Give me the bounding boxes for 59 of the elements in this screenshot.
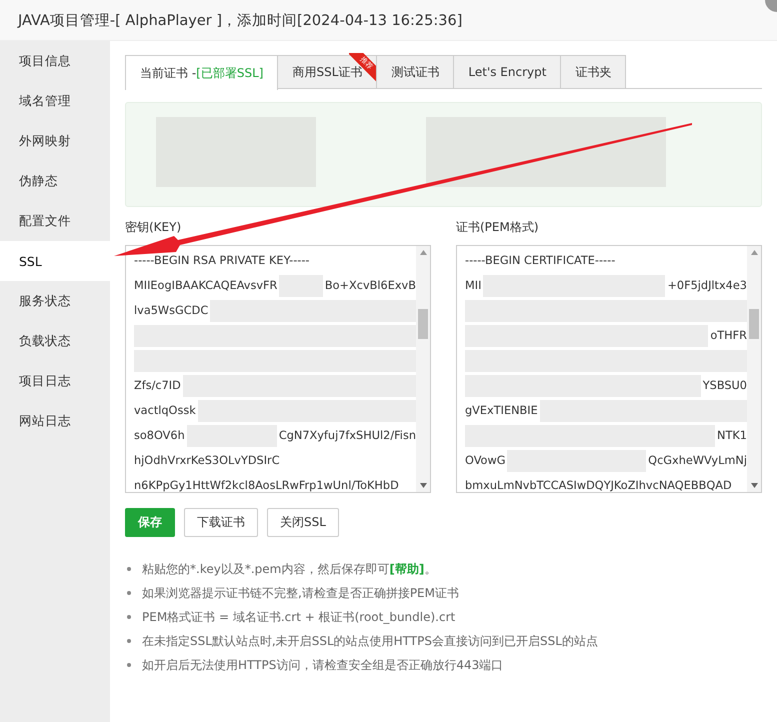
bullet-dot xyxy=(127,639,131,643)
code-line-text: NTK1 xyxy=(717,429,747,442)
tab[interactable]: 当前证书 -[已部署SSL] xyxy=(125,55,278,90)
note-text: 如果浏览器提示证书链不完整,请检查是否正确拼接PEM证书 xyxy=(142,585,459,602)
scroll-up-icon[interactable] xyxy=(420,250,426,255)
code-line-text: n6KPpGy1HttWf2kcl8AosLRwFrp1wUnl/ToKHbD xyxy=(134,479,399,492)
scrollbar[interactable] xyxy=(747,246,761,492)
key-textarea[interactable]: -----BEGIN RSA PRIVATE KEY----- MIIEogIBAAKCAQEAvsvFR Bo+XcvBl6ExvB lva5WsGCDC Zfs/c7ID vactlqOssk so8OV6h CgN7Xyfuj7fxSHUl2/Fisn hjOdhVrxrKeS3OLvYDSIrC n6KPpGy1HttWf2kcl8AosLRwFrp1wUnl/ToKHbD xyxy=(125,245,431,493)
code-line-text: MII xyxy=(465,279,482,292)
note-text: 如开启后无法使用HTTPS访问，请检查安全组是否正确放行443端口 xyxy=(142,657,504,674)
sidebar-item[interactable]: 网站日志 xyxy=(0,401,110,441)
tab[interactable]: Let's Encrypt xyxy=(453,55,562,88)
note-text: 在未指定SSL默认站点时,未开启SSL的站点使用HTTPS会直接访问到已开启SSL的站点 xyxy=(142,633,598,650)
sidebar-item[interactable]: 项目日志 xyxy=(0,361,110,401)
bullet-dot xyxy=(127,591,131,595)
code-line-text: YSBSU0 xyxy=(702,379,747,392)
certificate-textarea[interactable]: -----BEGIN CERTIFICATE----- MII +0F5jdJltx4e3 oTHFR YSBSU0 gVExTIENBIE NTK1 OVowG QcGxheWVyLmNj bmxuLmNvbTCCASIwDQYJKoZIhvcNAQEBBQAD xyxy=(456,245,762,493)
sidebar-item[interactable]: 项目信息 xyxy=(0,41,110,81)
sidebar-item[interactable]: 服务状态 xyxy=(0,281,110,321)
sidebar-item[interactable]: 负载状态 xyxy=(0,321,110,361)
code-line-text: -----BEGIN CERTIFICATE----- xyxy=(465,254,616,267)
code-line-text: oTHFR xyxy=(710,329,747,342)
code-line-text: hjOdhVrxrKeS3OLvYDSIrC xyxy=(134,454,280,467)
action-button[interactable]: 关闭SSL xyxy=(267,508,339,537)
sidebar-item[interactable]: 外网映射 xyxy=(0,121,110,161)
code-line-text: OVowG xyxy=(465,454,506,467)
field-label: 密钥(KEY) xyxy=(125,219,182,236)
bullet-dot xyxy=(127,567,131,571)
window-title: JAVA项目管理-[ AlphaPlayer ]，添加时间[2024-04-13 16:25:36] xyxy=(18,12,462,30)
scrollbar-thumb[interactable] xyxy=(749,309,759,339)
code-line-text: -----BEGIN RSA PRIVATE KEY----- xyxy=(134,254,310,267)
note-text: 粘贴您的*.key以及*.pem内容，然后保存即可[帮助]。 xyxy=(142,561,436,578)
field-label: 证书(PEM格式) xyxy=(456,219,539,236)
note-text: PEM格式证书 = 域名证书.crt + 根证书(root_bundle).crt xyxy=(142,609,456,626)
code-line-text: +0F5jdJltx4e3 xyxy=(667,279,747,292)
code-line-text: CgN7Xyfuj7fxSHUl2/Fisn xyxy=(278,429,416,442)
code-line-text: vactlqOssk xyxy=(134,404,196,417)
code-line-text: lva5WsGCDC xyxy=(134,304,208,317)
tab[interactable]: 测试证书 xyxy=(376,55,454,88)
bullet-dot xyxy=(127,615,131,619)
code-line-text: Bo+XcvBl6ExvB xyxy=(324,279,416,292)
scroll-down-icon[interactable] xyxy=(750,483,758,488)
sidebar-item[interactable]: SSL xyxy=(0,241,110,281)
scroll-up-icon[interactable] xyxy=(750,250,758,255)
sidebar-item[interactable]: 伪静态 xyxy=(0,161,110,201)
sidebar-item[interactable]: 域名管理 xyxy=(0,81,110,121)
code-line-text: MIIEogIBAAKCAQEAvsvFR xyxy=(134,279,278,292)
sidebar-item[interactable]: 配置文件 xyxy=(0,201,110,241)
code-line-text: QcGxheWVyLmNj xyxy=(648,454,747,467)
code-line-text: so8OV6h xyxy=(134,429,185,442)
code-line-text: gVExTIENBIE xyxy=(465,404,538,417)
bullet-dot xyxy=(127,663,131,667)
tab[interactable]: 证书夹 xyxy=(560,55,626,88)
scroll-down-icon[interactable] xyxy=(420,483,426,488)
code-line-text: bmxuLmNvbTCCASIwDQYJKoZIhvcNAQEBBQAD xyxy=(465,479,732,492)
scrollbar[interactable] xyxy=(416,246,430,492)
code-line-text: Zfs/c7ID xyxy=(134,379,181,392)
action-button[interactable]: 下载证书 xyxy=(184,508,258,537)
scrollbar-thumb[interactable] xyxy=(418,309,428,339)
